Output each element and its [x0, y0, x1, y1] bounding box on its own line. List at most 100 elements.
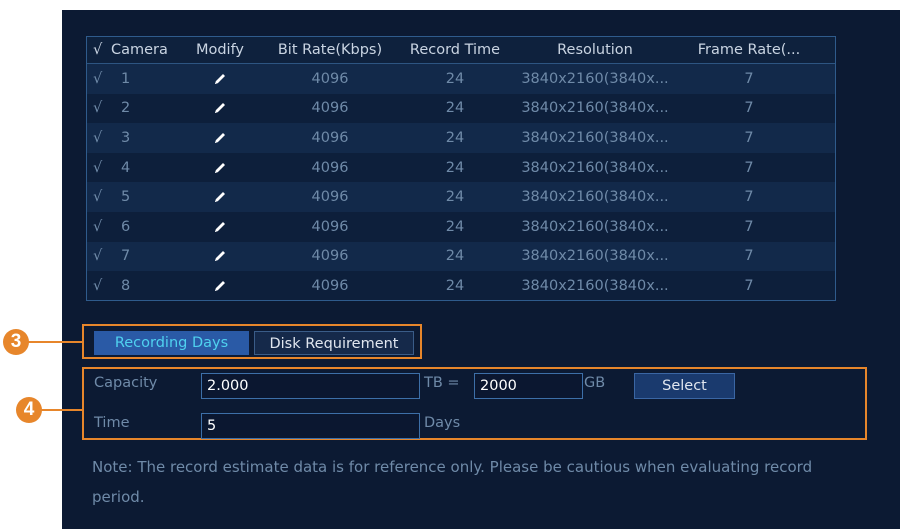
header-bitrate[interactable]: Bit Rate(Kbps) [265, 42, 395, 58]
resolution-value: 3840x2160(3840x... [521, 189, 669, 206]
callout-badge-3: 3 [3, 329, 29, 355]
callout-badge-4: 4 [16, 397, 42, 423]
table-row[interactable]: √ 4 4096 24 3840x2160(3840x... 7 [87, 152, 835, 183]
capacity-input[interactable]: 2.000 [201, 373, 420, 399]
tab-recording-days[interactable]: Recording Days [94, 331, 249, 355]
tb-unit-label: TB = [424, 375, 460, 391]
capacity-label: Capacity [94, 375, 158, 391]
frame-rate-value: 7 [744, 218, 754, 235]
camera-number: 6 [121, 218, 131, 235]
time-input[interactable]: 5 [201, 413, 420, 439]
row-checkbox[interactable]: √ [87, 100, 111, 116]
record-time-value: 24 [445, 248, 465, 265]
table-row[interactable]: √ 7 4096 24 3840x2160(3840x... 7 [87, 241, 835, 272]
days-unit-label: Days [424, 415, 461, 431]
table-row[interactable]: √ 1 4096 24 3840x2160(3840x... 7 [87, 64, 835, 94]
resolution-value: 3840x2160(3840x... [521, 70, 669, 87]
record-time-value: 24 [445, 159, 465, 176]
table-row[interactable]: √ 3 4096 24 3840x2160(3840x... 7 [87, 123, 835, 153]
bitrate-value: 4096 [311, 277, 349, 294]
pencil-icon [215, 192, 225, 203]
pencil-icon [215, 73, 225, 84]
gb-input[interactable]: 2000 [474, 373, 583, 399]
bitrate-value: 4096 [311, 129, 349, 146]
resolution-value: 3840x2160(3840x... [521, 218, 669, 235]
pencil-icon [215, 162, 225, 173]
modify-button[interactable] [175, 278, 265, 294]
header-frame-rate[interactable]: Frame Rate(... [675, 42, 823, 58]
resolution-value: 3840x2160(3840x... [521, 129, 669, 146]
record-time-value: 24 [445, 218, 465, 235]
row-checkbox[interactable]: √ [87, 189, 111, 205]
pencil-icon [215, 251, 225, 262]
select-button[interactable]: Select [634, 373, 735, 399]
record-time-value: 24 [445, 189, 465, 206]
bitrate-value: 4096 [311, 189, 349, 206]
frame-rate-value: 7 [744, 159, 754, 176]
camera-number: 4 [121, 159, 131, 176]
frame-rate-value: 7 [744, 277, 754, 294]
header-modify: Modify [195, 42, 245, 58]
bitrate-value: 4096 [311, 218, 349, 235]
table-row[interactable]: √ 8 4096 24 3840x2160(3840x... 7 [87, 271, 835, 300]
pencil-icon [215, 103, 225, 114]
modify-button[interactable] [175, 130, 265, 146]
modify-button[interactable] [175, 189, 265, 205]
camera-number: 7 [121, 248, 131, 265]
frame-rate-value: 7 [744, 100, 754, 117]
estimate-form: Capacity 2.000 TB = 2000 GB Select Time … [82, 367, 867, 440]
callout-line-4 [41, 409, 83, 411]
estimate-note: Note: The record estimate data is for re… [92, 458, 813, 506]
pencil-icon [215, 280, 225, 291]
select-all-checkbox[interactable]: √ [87, 42, 111, 58]
frame-rate-value: 7 [744, 129, 754, 146]
camera-number: 1 [121, 70, 131, 87]
record-time-value: 24 [445, 70, 465, 87]
bitrate-value: 4096 [311, 100, 349, 117]
modify-button[interactable] [175, 100, 265, 116]
header-resolution[interactable]: Resolution [515, 42, 675, 58]
header-record-time[interactable]: Record Time [395, 42, 515, 58]
bitrate-value: 4096 [311, 70, 349, 87]
modify-button[interactable] [175, 248, 265, 264]
table-row[interactable]: √ 2 4096 24 3840x2160(3840x... 7 [87, 93, 835, 124]
record-time-value: 24 [445, 277, 465, 294]
modify-button[interactable] [175, 219, 265, 235]
frame-rate-value: 7 [744, 248, 754, 265]
camera-number: 3 [121, 129, 131, 146]
table-row[interactable]: √ 5 4096 24 3840x2160(3840x... 7 [87, 182, 835, 212]
table-body: √ 1 4096 24 3840x2160(3840x... 7 √ 2 409… [87, 64, 835, 300]
table-header: √ Camera Modify Bit Rate(Kbps) Record Ti… [87, 37, 835, 64]
camera-number: 8 [121, 277, 131, 294]
row-checkbox[interactable]: √ [87, 219, 111, 235]
row-checkbox[interactable]: √ [87, 278, 111, 294]
resolution-value: 3840x2160(3840x... [521, 100, 669, 117]
modify-button[interactable] [175, 160, 265, 176]
row-checkbox[interactable]: √ [87, 71, 111, 87]
resolution-value: 3840x2160(3840x... [521, 277, 669, 294]
row-checkbox[interactable]: √ [87, 130, 111, 146]
camera-number: 5 [121, 189, 131, 206]
callout-line-3 [28, 341, 83, 343]
resolution-value: 3840x2160(3840x... [521, 248, 669, 265]
estimate-mode-tabs: Recording Days Disk Requirement [82, 324, 422, 359]
tab-disk-requirement[interactable]: Disk Requirement [254, 331, 414, 355]
gb-unit-label: GB [584, 375, 606, 391]
modify-button[interactable] [175, 71, 265, 87]
camera-record-table: √ Camera Modify Bit Rate(Kbps) Record Ti… [86, 36, 836, 301]
camera-number: 2 [121, 100, 131, 117]
frame-rate-value: 7 [744, 189, 754, 206]
pencil-icon [215, 132, 225, 143]
header-camera[interactable]: Camera [111, 42, 175, 58]
record-time-value: 24 [445, 129, 465, 146]
record-time-value: 24 [445, 100, 465, 117]
frame-rate-value: 7 [744, 70, 754, 87]
time-label: Time [94, 415, 130, 431]
bitrate-value: 4096 [311, 159, 349, 176]
resolution-value: 3840x2160(3840x... [521, 159, 669, 176]
row-checkbox[interactable]: √ [87, 160, 111, 176]
pencil-icon [215, 221, 225, 232]
row-checkbox[interactable]: √ [87, 248, 111, 264]
bitrate-value: 4096 [311, 248, 349, 265]
table-row[interactable]: √ 6 4096 24 3840x2160(3840x... 7 [87, 211, 835, 242]
